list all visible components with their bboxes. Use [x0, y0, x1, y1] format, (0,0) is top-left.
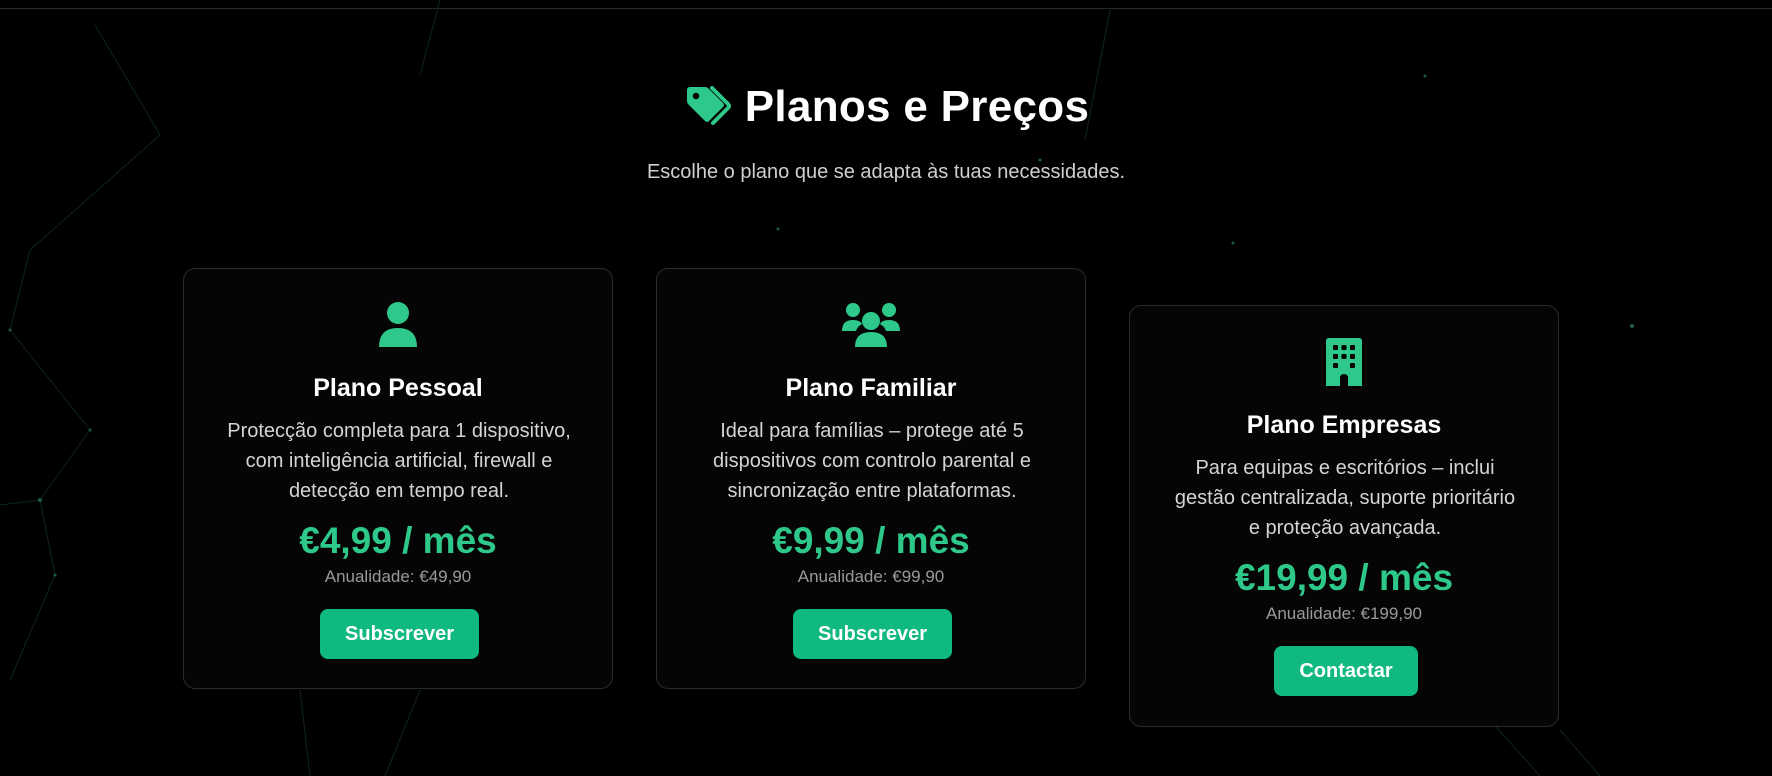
- plan-icon-wrapper: [1130, 335, 1558, 389]
- plan-icon-wrapper: [657, 298, 1085, 352]
- plan-price: €19,99 / mês: [1234, 557, 1454, 598]
- page-title: Planos e Preços: [744, 82, 1090, 131]
- top-divider: [0, 0, 1772, 9]
- plan-title: Plano Pessoal: [313, 374, 483, 402]
- plan-annual-price: Anualidade: €49,90: [324, 567, 472, 586]
- page-subtitle: Escolhe o plano que se adapta às tuas ne…: [646, 161, 1126, 183]
- subscribe-button[interactable]: Subscrever: [320, 609, 479, 659]
- users-icon: [842, 303, 900, 347]
- plan-title: Plano Familiar: [785, 374, 957, 402]
- plan-description: Ideal para famílias – protege até 5 disp…: [713, 420, 1031, 502]
- plan-card-empresas: Plano Empresas Para equipas e escritório…: [1129, 305, 1559, 727]
- plan-title: Plano Empresas: [1246, 411, 1442, 439]
- plan-icon-wrapper: [184, 298, 612, 352]
- contact-button[interactable]: Contactar: [1274, 646, 1418, 696]
- plan-price: €9,99 / mês: [772, 520, 970, 561]
- page-heading: Planos e Preços: [0, 82, 1772, 132]
- plan-card-pessoal: Plano Pessoal Protecção completa para 1 …: [183, 268, 613, 689]
- plan-description: Protecção completa para 1 dispositivo, c…: [227, 420, 571, 502]
- tags-icon: [686, 86, 731, 125]
- user-icon: [379, 302, 417, 347]
- plan-description: Para equipas e escritórios – inclui gest…: [1174, 457, 1516, 539]
- plan-price: €4,99 / mês: [299, 520, 497, 561]
- building-icon: [1326, 338, 1362, 386]
- subscribe-button[interactable]: Subscrever: [793, 609, 952, 659]
- plan-card-familiar: Plano Familiar Ideal para famílias – pro…: [656, 268, 1086, 689]
- plan-annual-price: Anualidade: €99,90: [797, 567, 945, 586]
- plan-annual-price: Anualidade: €199,90: [1266, 604, 1422, 623]
